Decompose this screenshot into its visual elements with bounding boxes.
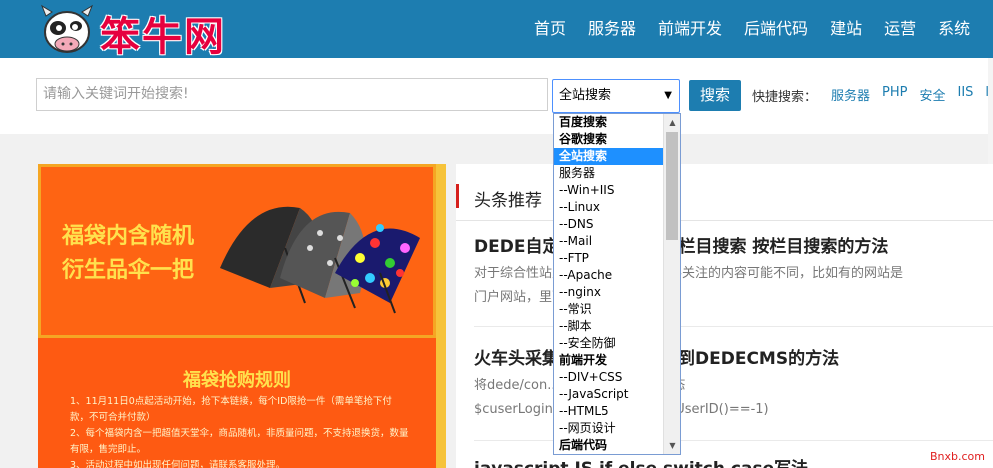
section-divider — [456, 220, 993, 221]
logo-wordmark[interactable]: 笨牛网 — [100, 4, 226, 62]
promo-headline-line-2: 衍生品伞一把 — [62, 258, 195, 283]
quick-link-server[interactable]: 服务器 — [831, 85, 870, 104]
section-title: 头条推荐 — [474, 191, 542, 211]
dropdown-option[interactable]: --安全防御 — [554, 335, 664, 352]
search-bar: 请输入关键词开始搜索! 全站搜索 ▼ 搜索 快捷搜索： 服务器 PHP 安全 I… — [0, 58, 993, 134]
nav-item-home[interactable]: 首页 — [523, 0, 577, 58]
dropdown-option[interactable]: --DIV+CSS — [554, 369, 664, 386]
dropdown-option[interactable]: --nginx — [554, 284, 664, 301]
nav-item-frontend[interactable]: 前端开发 — [647, 0, 733, 58]
umbrella-image — [220, 206, 420, 314]
promo-headline-line-1: 福袋内含随机 — [62, 224, 195, 249]
dropdown-option[interactable]: 谷歌搜索 — [554, 131, 664, 148]
dropdown-option[interactable]: --Win+IIS — [554, 182, 664, 199]
promo-rule-1: 1、11月11日0点起活动开始，抢下本链接，每个ID限抢一件（需单笔抢下付款，不… — [70, 396, 392, 423]
dropdown-option[interactable]: --常识 — [554, 301, 664, 318]
search-scope-select[interactable]: 全站搜索 ▼ — [552, 79, 680, 113]
scrollbar-thumb[interactable] — [666, 132, 678, 240]
promo-rules-title: 福袋抢购规则 — [183, 370, 291, 391]
dropdown-option[interactable]: --JavaScript — [554, 386, 664, 403]
cow-logo-icon[interactable] — [38, 2, 96, 56]
search-button[interactable]: 搜索 — [689, 80, 741, 111]
promo-rule-2: 2、每个福袋内含一把超值天堂伞，商品随机，非质量问题，不支持退换货，数量有限，售… — [70, 428, 409, 455]
dropdown-option-selected[interactable]: 全站搜索 — [554, 148, 664, 165]
quick-search-links: 服务器 PHP 安全 IIS li — [831, 85, 993, 104]
search-input[interactable]: 请输入关键词开始搜索! — [36, 78, 548, 111]
site-header: 笨牛网 首页 服务器 前端开发 后端代码 建站 运营 系统 — [0, 0, 993, 60]
dropdown-option[interactable]: --网页设计 — [554, 420, 664, 437]
quick-link-iis[interactable]: IIS — [958, 85, 974, 104]
main-nav: 首页 服务器 前端开发 后端代码 建站 运营 系统 — [523, 0, 981, 58]
promo-headline: 福袋内含随机 衍生品伞一把 — [62, 220, 194, 288]
dropdown-option[interactable]: --Linux — [554, 199, 664, 216]
dropdown-option[interactable]: --脚本 — [554, 318, 664, 335]
promo-rule-3: 3、活动过程中如出现任何问题，请联系客服处理。 — [70, 460, 286, 468]
quick-link-security[interactable]: 安全 — [919, 85, 945, 104]
article-title-1[interactable]: DEDE自定义搜索页面指定栏目搜索 按栏目搜索的方法 — [474, 232, 888, 257]
dropdown-option[interactable]: --FTP — [554, 250, 664, 267]
article-desc-1-line-1: 对于综合性站点，栏目较多，而访客关注的内容可能不同，比如有的网站是 — [474, 266, 904, 281]
dropdown-option[interactable]: --Apache — [554, 267, 664, 284]
quick-search-label: 快捷搜索： — [752, 90, 818, 105]
watermark: Bnxb.com — [930, 450, 985, 463]
section-accent-bar — [456, 184, 459, 208]
dropdown-option[interactable]: 服务器 — [554, 165, 664, 182]
article-separator — [474, 326, 993, 327]
dropdown-option[interactable]: --DNS — [554, 216, 664, 233]
dropdown-option[interactable]: 后端代码 — [554, 437, 664, 454]
dropdown-option[interactable]: --Mail — [554, 233, 664, 250]
nav-item-backend[interactable]: 后端代码 — [733, 0, 819, 58]
search-scope-value: 全站搜索 — [559, 88, 612, 103]
promo-rules-list: 1、11月11日0点起活动开始，抢下本链接，每个ID限抢一件（需单笔抢下付款，不… — [70, 394, 410, 468]
dropdown-scrollbar[interactable]: ▲ ▼ — [663, 114, 680, 454]
scroll-down-arrow-icon[interactable]: ▼ — [664, 437, 680, 454]
article-title-3[interactable]: javascript JS if else switch case写法 — [474, 454, 808, 468]
scroll-up-arrow-icon[interactable]: ▲ — [664, 114, 680, 131]
chevron-down-icon: ▼ — [664, 90, 672, 101]
nav-item-build-site[interactable]: 建站 — [819, 0, 873, 58]
dropdown-option[interactable]: 前端开发 — [554, 352, 664, 369]
dropdown-option[interactable]: --HTML5 — [554, 403, 664, 420]
search-scope-dropdown[interactable]: 百度搜索 谷歌搜索 全站搜索 服务器 --Win+IIS --Linux --D… — [553, 113, 681, 455]
nav-item-system[interactable]: 系统 — [927, 0, 981, 58]
nav-item-server[interactable]: 服务器 — [577, 0, 647, 58]
dropdown-option[interactable]: 百度搜索 — [554, 114, 664, 131]
nav-item-operations[interactable]: 运营 — [873, 0, 927, 58]
quick-link-php[interactable]: PHP — [882, 85, 907, 104]
promo-banner-border — [436, 164, 446, 468]
article-separator — [474, 440, 993, 441]
